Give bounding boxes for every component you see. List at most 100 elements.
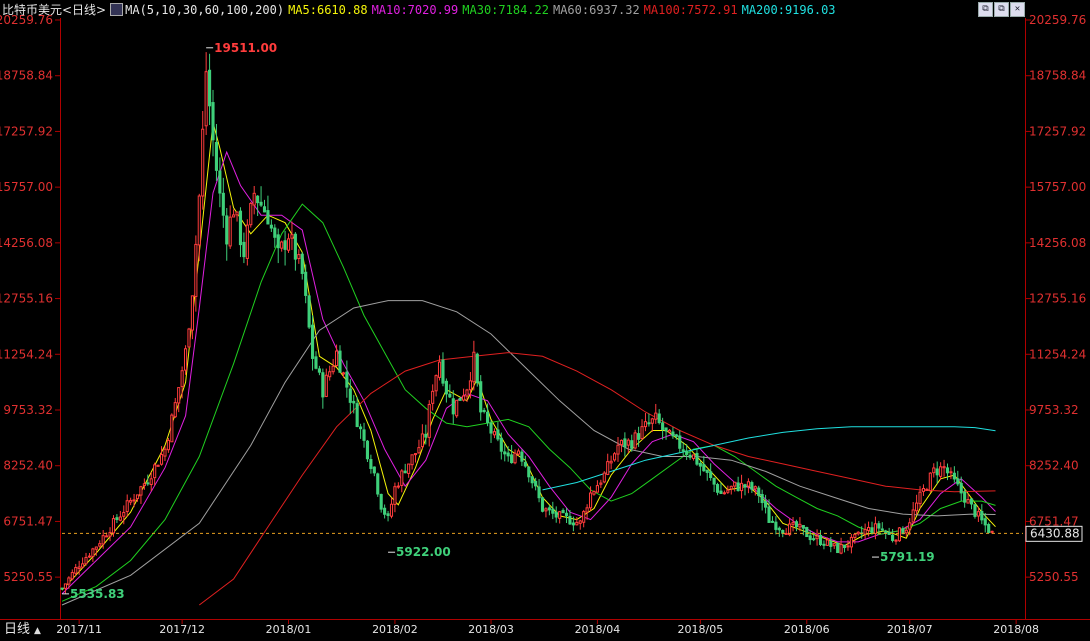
candle-body xyxy=(578,520,582,524)
candle-body xyxy=(554,511,558,518)
candle xyxy=(925,487,929,491)
close-icon[interactable]: ✕ xyxy=(1010,2,1025,17)
candle xyxy=(657,409,661,425)
tab-daily[interactable]: 日线 ▲ xyxy=(0,620,60,639)
candle xyxy=(407,463,411,478)
candle-body xyxy=(365,440,370,460)
candle-body xyxy=(465,389,469,397)
candle xyxy=(441,352,445,387)
candle-body xyxy=(619,439,624,446)
candle xyxy=(547,504,551,516)
candle-body xyxy=(777,527,781,531)
candle xyxy=(650,417,654,432)
x-tick-label: 2018/06 xyxy=(784,623,830,636)
candle-body xyxy=(235,211,239,216)
candle xyxy=(489,419,493,443)
candle xyxy=(894,539,898,545)
ma10-value: MA10:7020.99 xyxy=(371,3,459,17)
candle xyxy=(383,504,387,519)
instrument-title: 比特币美元<日线> xyxy=(2,3,107,17)
tab-daily-label: 日线 xyxy=(4,622,31,637)
current-price-label: 6430.88 xyxy=(1030,526,1080,540)
candle xyxy=(183,345,188,375)
candle-body xyxy=(187,328,191,348)
window-restore-icon[interactable]: ⧉ xyxy=(994,2,1009,17)
candle-body xyxy=(211,102,215,141)
candle-body xyxy=(321,372,325,398)
candle-body xyxy=(221,192,225,216)
candle xyxy=(410,454,414,470)
candle xyxy=(640,419,644,440)
y-tick-label-right: 12755.16 xyxy=(1029,292,1086,306)
candle-body xyxy=(915,502,919,512)
candle-body xyxy=(616,444,620,455)
candle xyxy=(736,476,740,492)
candle-body xyxy=(963,491,967,503)
candle-body xyxy=(743,484,747,488)
candle xyxy=(283,230,287,266)
candle-body xyxy=(91,548,95,557)
candle-body xyxy=(647,422,651,425)
candle-body xyxy=(520,451,524,462)
candle-body xyxy=(921,487,926,492)
candle-body xyxy=(623,438,627,448)
candle xyxy=(534,477,538,491)
candle-body xyxy=(266,210,270,225)
candle-body xyxy=(643,421,648,428)
y-tick-label-right: 18758.84 xyxy=(1029,69,1086,83)
x-tick-label: 2018/03 xyxy=(468,623,514,636)
candle-body xyxy=(753,486,757,490)
candle-body xyxy=(585,507,589,513)
candle xyxy=(125,494,129,517)
candle xyxy=(681,441,685,457)
candle-body xyxy=(479,381,483,413)
candle-body xyxy=(740,482,744,492)
candle-body xyxy=(149,478,153,485)
candle xyxy=(142,478,146,490)
candle xyxy=(262,199,267,213)
candle xyxy=(159,446,164,466)
candle-body xyxy=(427,404,431,438)
chart-settings-icon[interactable] xyxy=(110,3,124,16)
ma30-value: MA30:7184.22 xyxy=(462,3,549,17)
candle-body xyxy=(451,398,455,415)
candle xyxy=(746,478,750,494)
candle xyxy=(516,448,521,456)
candle-body xyxy=(383,507,387,515)
candle xyxy=(276,228,280,264)
candlestick-chart[interactable]: 20259.76 18758.84 17257.92 15757.00 14256.08… xyxy=(0,0,1090,639)
candle xyxy=(980,504,984,525)
candle xyxy=(475,352,479,387)
candle xyxy=(963,488,967,508)
candle-body xyxy=(60,587,64,590)
candle-body xyxy=(630,440,634,449)
candle-body xyxy=(558,511,562,519)
candle xyxy=(129,497,133,506)
candle xyxy=(691,454,696,461)
ma-line-ma60 xyxy=(61,300,996,606)
candle xyxy=(554,506,558,523)
ma-line-ma200 xyxy=(542,426,996,491)
candle-body xyxy=(564,512,569,517)
candle-body xyxy=(225,215,229,245)
candle-body xyxy=(74,567,78,574)
window-restore-icon[interactable]: ⧉ xyxy=(978,2,993,17)
x-tick-label: 2017/11 xyxy=(56,623,102,636)
candle xyxy=(530,476,534,489)
candle xyxy=(616,437,620,462)
candle xyxy=(115,514,119,524)
candle-body xyxy=(746,481,750,487)
candle-body xyxy=(547,507,551,511)
y-tick-label-right: 20259.76 xyxy=(1029,13,1086,27)
candle xyxy=(324,368,328,398)
candle-body xyxy=(674,434,678,437)
candle xyxy=(942,459,946,477)
x-tick-label: 2018/08 xyxy=(993,623,1039,636)
candle xyxy=(784,528,788,535)
candle-body xyxy=(805,527,809,538)
candle-body xyxy=(317,368,321,373)
candle-body xyxy=(719,490,723,494)
candle xyxy=(770,516,775,523)
candle-body xyxy=(197,195,201,246)
candle xyxy=(623,432,627,457)
